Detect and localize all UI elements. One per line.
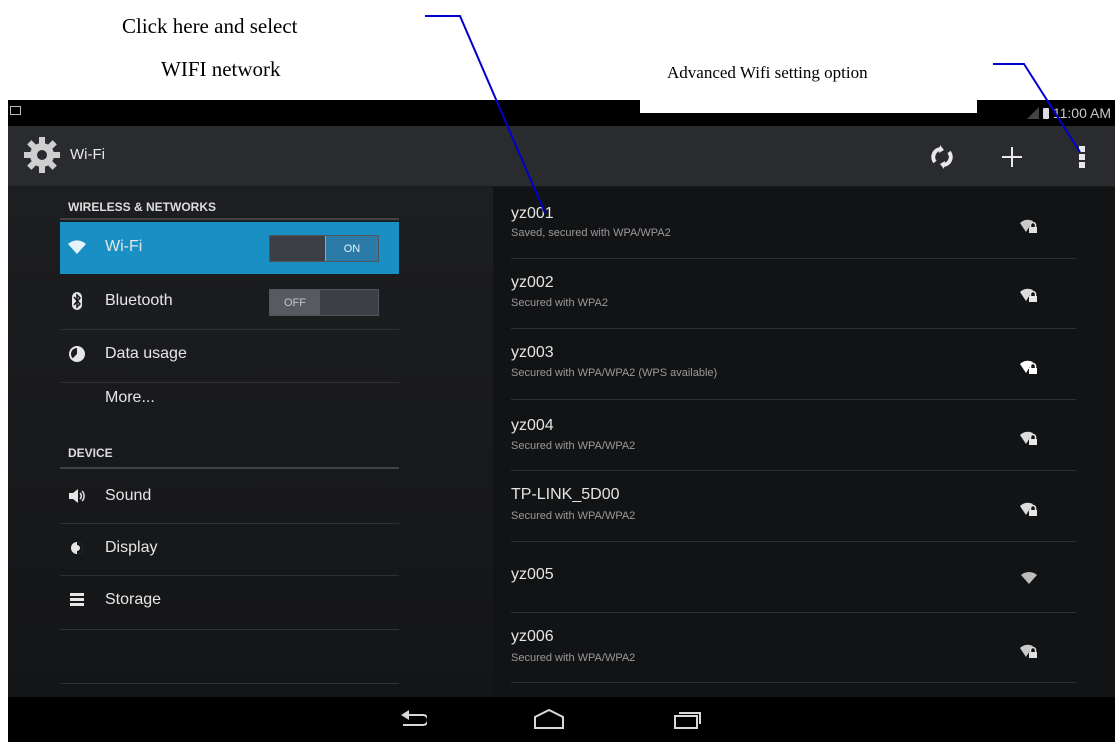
home-button[interactable] (529, 706, 569, 732)
back-icon (401, 710, 427, 726)
annotation-wifi-network: WIFI network (161, 57, 281, 81)
recent-apps-button[interactable] (667, 706, 707, 732)
network-item-yz005[interactable]: yz005 (503, 541, 1076, 613)
wifi-locked-signal-icon (1020, 288, 1037, 302)
status-icons: 11:00 AM (1026, 105, 1111, 121)
toggle-on-label: ON (325, 236, 378, 261)
network-divider (511, 682, 1076, 683)
network-status: Secured with WPA/WPA2 (WPS available) (511, 367, 718, 379)
network-item-tp-link[interactable]: TP-LINK_5D00 Secured with WPA/WPA2 (503, 470, 1076, 542)
overflow-menu-button[interactable] (1065, 140, 1099, 174)
back-button[interactable] (393, 706, 433, 732)
bluetooth-icon (68, 292, 86, 310)
network-item-yz003[interactable]: yz003 Secured with WPA/WPA2 (WPS availab… (503, 328, 1076, 400)
divider (60, 629, 399, 630)
wifi-locked-signal-icon (1020, 502, 1037, 516)
refresh-button[interactable] (925, 140, 959, 174)
network-ssid: yz003 (511, 344, 554, 361)
sidebar-item-label: Display (105, 539, 158, 556)
sidebar-item-display[interactable]: Display (60, 523, 399, 575)
status-bar-overlay (640, 100, 977, 113)
data-usage-icon (68, 345, 86, 363)
wifi-locked-signal-icon (1020, 644, 1037, 658)
network-status: Secured with WPA/WPA2 (511, 652, 636, 664)
navigation-bar (8, 697, 1115, 742)
add-network-button[interactable] (995, 140, 1029, 174)
network-item-yz006[interactable]: yz006 Secured with WPA/WPA2 (503, 612, 1076, 683)
add-icon (1002, 147, 1022, 167)
status-bar: 11:00 AM (8, 100, 1115, 126)
sidebar-item-wifi[interactable]: Wi-Fi ON (60, 222, 399, 274)
network-status: Secured with WPA/WPA2 (511, 510, 636, 522)
display-icon (68, 539, 86, 557)
sidebar-item-label: Bluetooth (105, 292, 173, 309)
sidebar-item-more[interactable]: More... (60, 373, 399, 425)
network-item-yz001[interactable]: yz001 Saved, secured with WPA/WPA2 (503, 187, 1076, 259)
sidebar-item-label: Data usage (105, 345, 187, 362)
section-header-wireless: WIRELESS & NETWORKS (68, 200, 217, 214)
network-ssid: yz002 (511, 274, 554, 291)
section-header-device: DEVICE (68, 446, 113, 460)
divider (60, 683, 399, 684)
recent-apps-icon (674, 712, 701, 729)
wifi-icon (68, 238, 86, 256)
network-ssid: yz001 (511, 205, 554, 222)
sound-icon (68, 487, 86, 505)
network-ssid: yz004 (511, 417, 554, 434)
settings-sidebar: WIRELESS & NETWORKS Wi-Fi ON Bluetooth O… (8, 187, 493, 697)
home-icon (534, 708, 564, 729)
status-time: 11:00 AM (1052, 105, 1111, 121)
bluetooth-toggle[interactable]: OFF (269, 289, 379, 316)
sidebar-item-sound[interactable]: Sound (60, 471, 399, 523)
wifi-locked-signal-icon (1020, 431, 1037, 445)
annotation-click-here: Click here and select (122, 14, 298, 38)
network-status: Saved, secured with WPA/WPA2 (511, 227, 671, 239)
network-status: Secured with WPA2 (511, 297, 609, 309)
network-status: Secured with WPA/WPA2 (511, 440, 636, 452)
overflow-menu-icon (1079, 146, 1085, 168)
toggle-off-label: OFF (270, 290, 320, 315)
battery-icon (1042, 107, 1049, 119)
sidebar-item-label: Sound (105, 487, 152, 504)
wifi-signal-icon (1021, 571, 1037, 584)
network-ssid: TP-LINK_5D00 (511, 486, 620, 503)
screenshot-notification-icon (10, 106, 21, 115)
wifi-toggle[interactable]: ON (269, 235, 379, 262)
wifi-locked-signal-icon (1020, 219, 1037, 233)
sidebar-item-label: Wi-Fi (105, 238, 143, 255)
network-ssid: yz006 (511, 628, 554, 645)
action-bar: Wi-Fi (8, 126, 1115, 187)
sidebar-item-storage[interactable]: Storage (60, 575, 399, 627)
storage-icon (68, 591, 86, 609)
sidebar-item-label: Storage (105, 591, 162, 608)
annotation-advanced-setting: Advanced Wifi setting option (667, 63, 868, 82)
page-title: Wi-Fi (70, 146, 105, 163)
network-ssid: yz005 (511, 566, 554, 583)
wifi-network-list: yz001 Saved, secured with WPA/WPA2 yz002… (493, 187, 1115, 697)
signal-icon (1026, 107, 1039, 119)
network-item-yz002[interactable]: yz002 Secured with WPA2 (503, 258, 1076, 329)
refresh-icon (931, 145, 953, 169)
wifi-locked-signal-icon (1020, 360, 1037, 374)
network-item-yz004[interactable]: yz004 Secured with WPA/WPA2 (503, 399, 1076, 471)
sidebar-item-bluetooth[interactable]: Bluetooth OFF (60, 276, 399, 328)
tablet-screen: 11:00 AM Wi-Fi WIRELESS & NETWORKS Wi-Fi… (8, 100, 1115, 742)
sidebar-item-label: More... (105, 389, 155, 406)
section-divider (60, 218, 399, 220)
settings-gear-icon[interactable] (22, 135, 62, 175)
section-divider (60, 467, 399, 469)
